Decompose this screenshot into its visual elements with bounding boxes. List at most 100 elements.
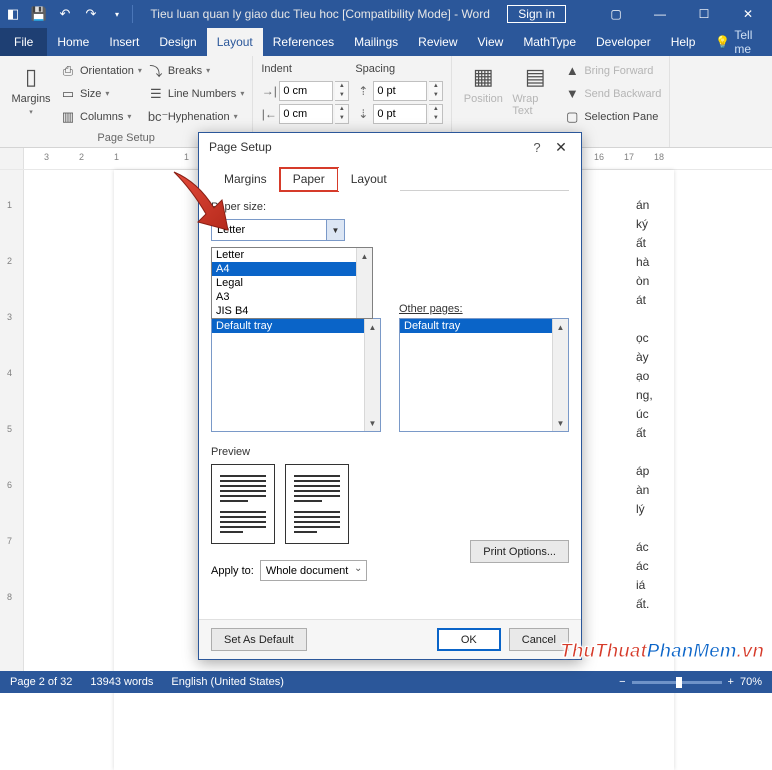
list-item[interactable]: Default tray [400,319,568,333]
breaks-button[interactable]: ⤵Breaks▾ [148,60,245,81]
bring-forward-label: Bring Forward [584,65,653,77]
indent-right-value[interactable]: 0 cm [279,104,333,124]
spacing-after-value[interactable]: 0 pt [373,104,427,124]
maximize-icon[interactable]: ☐ [682,0,726,28]
tab-review[interactable]: Review [408,28,467,56]
dropdown-option[interactable]: JIS B4 [212,304,372,318]
spinner[interactable]: ▲▼ [335,104,349,124]
tab-layout[interactable]: Layout [207,28,263,56]
line-numbers-button[interactable]: ☰Line Numbers▾ [148,83,245,104]
spacing-after[interactable]: ⇣0 pt▲▼ [355,103,443,124]
status-language[interactable]: English (United States) [171,676,284,688]
share-button[interactable]: 👤Share [762,28,772,56]
dialog-tab-paper[interactable]: Paper [280,168,338,191]
tab-view[interactable]: View [468,28,514,56]
dialog-titlebar[interactable]: Page Setup ? ✕ [199,133,581,161]
print-options-button[interactable]: Print Options... [470,540,569,563]
hyphenation-button[interactable]: bc⁻Hyphenation▾ [148,106,245,127]
bring-forward-button: ▲ Bring Forward [564,60,661,81]
apply-to-label: Apply to: [211,565,254,577]
zoom-controls[interactable]: − + 70% [619,676,762,688]
dialog-help-icon[interactable]: ? [525,140,549,155]
indent-right[interactable]: |←0 cm▲▼ [261,103,349,124]
tab-design[interactable]: Design [149,28,206,56]
ribbon-tabs: File Home Insert Design Layout Reference… [0,28,772,56]
hyphenation-icon: bc⁻ [148,109,164,125]
minimize-icon[interactable]: — [638,0,682,28]
indent-left[interactable]: →|0 cm▲▼ [261,80,349,101]
tell-me-label: Tell me [734,28,752,56]
tab-file[interactable]: File [0,28,47,56]
tab-help[interactable]: Help [661,28,706,56]
tell-me[interactable]: 💡 Tell me [705,28,762,56]
paper-size-combobox[interactable]: Letter ▼ [211,219,345,241]
ribbon-options-icon[interactable]: ▢ [594,0,638,28]
autosave-icon[interactable]: ◧ [2,3,24,25]
qat-customize-icon[interactable]: ▾ [106,3,128,25]
spinner[interactable]: ▲▼ [335,81,349,101]
spinner[interactable]: ▲▼ [429,104,443,124]
spacing-before-value[interactable]: 0 pt [373,81,427,101]
spacing-header: Spacing [355,60,443,78]
scrollbar[interactable]: ▲▼ [552,319,568,431]
size-label: Size [80,88,101,100]
page-setup-dialog: Page Setup ? ✕ Margins Paper Layout Pape… [198,132,582,660]
list-item[interactable]: Default tray [212,319,380,333]
line-numbers-icon: ☰ [148,86,164,102]
quick-access-toolbar: ◧ 💾 ↶ ↷ ▾ [2,3,133,25]
close-icon[interactable]: ✕ [726,0,770,28]
dropdown-option[interactable]: A3 [212,290,372,304]
apply-to-value: Whole document [266,565,349,577]
title-bar: ◧ 💾 ↶ ↷ ▾ Tieu luan quan ly giao duc Tie… [0,0,772,28]
set-as-default-button[interactable]: Set As Default [211,628,307,651]
spinner[interactable]: ▲▼ [429,81,443,101]
dialog-close-icon[interactable]: ✕ [549,139,573,156]
redo-icon[interactable]: ↷ [80,3,102,25]
dropdown-option[interactable]: Legal [212,276,372,290]
dialog-tab-margins[interactable]: Margins [211,168,280,191]
dropdown-option[interactable]: Letter [212,248,372,262]
preview-box [211,464,569,544]
vertical-ruler[interactable]: 12345678 [0,170,24,671]
spacing-before[interactable]: ⇡0 pt▲▼ [355,80,443,101]
zoom-out-icon[interactable]: − [619,676,625,688]
status-page[interactable]: Page 2 of 32 [10,676,72,688]
ok-button[interactable]: OK [437,628,501,651]
tab-insert[interactable]: Insert [99,28,149,56]
tab-home[interactable]: Home [47,28,99,56]
tab-mailings[interactable]: Mailings [344,28,408,56]
paper-size-label: Paper size: [211,201,569,213]
bring-forward-icon: ▲ [564,63,580,78]
send-backward-button: ▼Send Backward [564,83,661,104]
first-page-listbox[interactable]: Default tray ▲▼ [211,318,381,432]
chevron-down-icon[interactable]: ▼ [326,220,344,240]
size-button[interactable]: ▭Size▾ [60,83,142,104]
zoom-in-icon[interactable]: + [728,676,734,688]
dialog-tab-layout[interactable]: Layout [338,168,400,191]
apply-to-select[interactable]: Whole document [260,560,368,581]
orientation-button[interactable]: ⎙Orientation▾ [60,60,142,81]
indent-left-value[interactable]: 0 cm [279,81,333,101]
columns-button[interactable]: ▥Columns▾ [60,106,142,127]
undo-icon[interactable]: ↶ [54,3,76,25]
bulb-icon: 💡 [715,35,730,49]
tab-references[interactable]: References [263,28,344,56]
status-words[interactable]: 13943 words [90,676,153,688]
watermark-c: .vn [737,641,764,662]
tab-developer[interactable]: Developer [586,28,661,56]
zoom-value[interactable]: 70% [740,676,762,688]
sign-in-button[interactable]: Sign in [507,5,566,23]
send-backward-label: Send Backward [584,88,661,100]
selection-pane-button[interactable]: ▢Selection Pane [564,106,661,127]
scrollbar[interactable]: ▲ [356,248,372,318]
paper-size-dropdown[interactable]: LetterA4LegalA3JIS B4▲ [211,247,373,319]
wrap-text-icon: ▤ [525,64,546,90]
margins-button[interactable]: ▯ Margins ▾ [8,60,54,130]
scrollbar[interactable]: ▲▼ [364,319,380,431]
other-pages-listbox[interactable]: Default tray ▲▼ [399,318,569,432]
save-icon[interactable]: 💾 [28,3,50,25]
dropdown-option[interactable]: A4 [212,262,372,276]
tab-mathtype[interactable]: MathType [513,28,586,56]
other-pages-label: Other pages: [399,303,569,315]
zoom-slider[interactable] [632,681,722,684]
